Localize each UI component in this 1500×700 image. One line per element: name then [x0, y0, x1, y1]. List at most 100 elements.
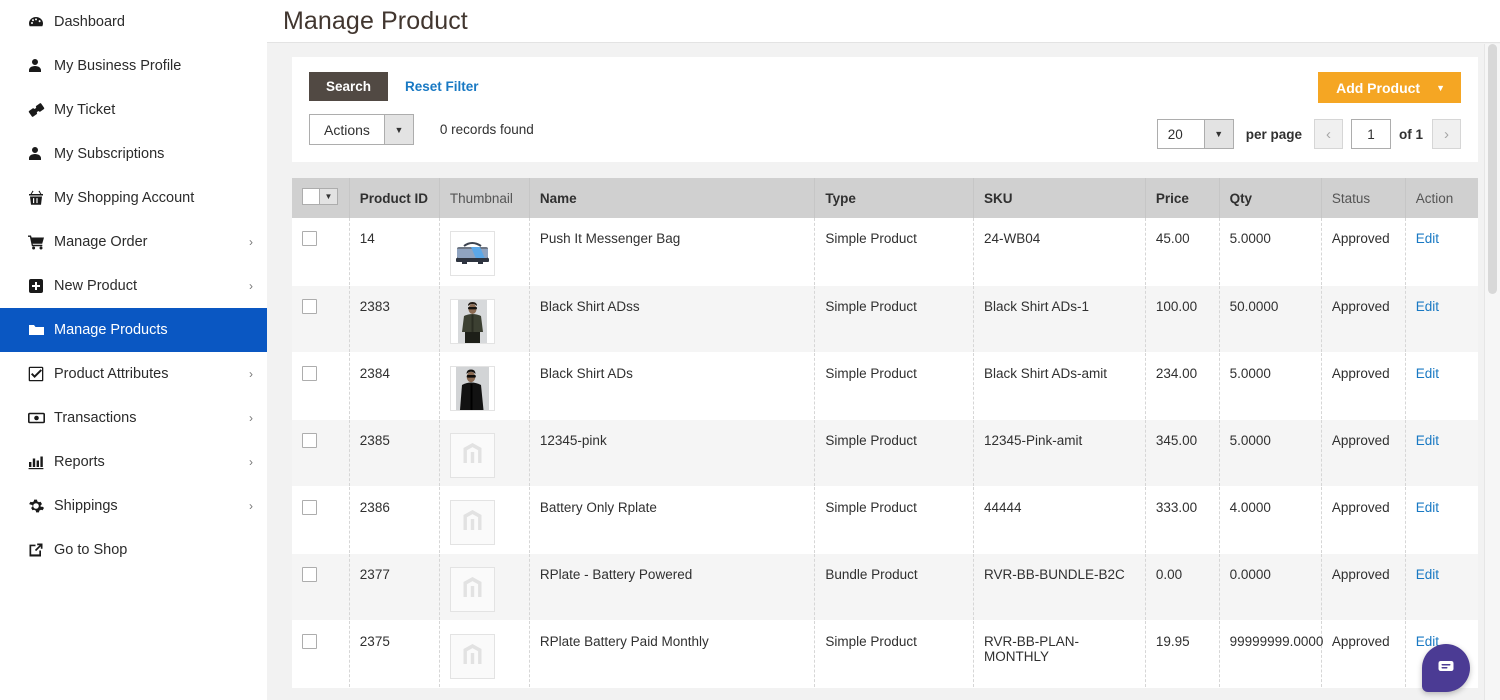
actions-dropdown-label[interactable]: Actions — [309, 114, 384, 145]
sidebar-item-transactions[interactable]: Transactions › — [0, 396, 267, 440]
column-header-sku[interactable]: SKU — [973, 178, 1146, 218]
chevron-down-icon[interactable]: ▼ — [1434, 83, 1461, 93]
row-checkbox[interactable] — [302, 633, 317, 649]
reset-filter-link[interactable]: Reset Filter — [405, 79, 479, 94]
page-number-input[interactable] — [1350, 119, 1391, 149]
column-header-product-id[interactable]: Product ID — [349, 178, 440, 218]
vertical-scrollbar[interactable] — [1484, 44, 1500, 700]
edit-link[interactable]: Edit — [1416, 567, 1439, 582]
column-header-name[interactable]: Name — [529, 178, 816, 218]
column-header-qty[interactable]: Qty — [1219, 178, 1322, 218]
cell-name: Battery Only Rplate — [529, 486, 816, 554]
edit-link[interactable]: Edit — [1416, 231, 1439, 246]
chevron-right-icon: › — [249, 279, 253, 293]
per-page-select[interactable]: 20 ▼ — [1156, 119, 1234, 149]
table-row[interactable]: 2375 RPlate Battery Paid Monthly Simple … — [292, 620, 1478, 688]
cell-sku: 24-WB04 — [973, 218, 1146, 286]
sidebar-item-dashboard[interactable]: Dashboard — [0, 0, 267, 44]
sidebar-item-product-attributes[interactable]: Product Attributes › — [0, 352, 267, 396]
add-product-button[interactable]: Add Product ▼ — [1318, 72, 1461, 103]
column-header-type[interactable]: Type — [814, 178, 974, 218]
sidebar-item-label: Transactions — [54, 410, 137, 426]
sidebar-item-manage-order[interactable]: Manage Order › — [0, 220, 267, 264]
sidebar-item-my-subscriptions[interactable]: My Subscriptions — [0, 132, 267, 176]
sidebar-item-go-to-shop[interactable]: Go to Shop — [0, 528, 267, 572]
row-select-cell — [292, 285, 350, 353]
model-black-shirt-photo — [449, 365, 495, 411]
cell-type: Simple Product — [814, 419, 974, 487]
pagination-controls: 20 ▼ per page ‹ of 1 › — [1156, 119, 1461, 149]
edit-link[interactable]: Edit — [1416, 500, 1439, 515]
sidebar-item-my-ticket[interactable]: My Ticket — [0, 88, 267, 132]
sidebar-item-label: Shippings — [54, 498, 118, 514]
sidebar-item-my-shopping-account[interactable]: My Shopping Account — [0, 176, 267, 220]
sidebar-item-my-business-profile[interactable]: My Business Profile — [0, 44, 267, 88]
search-button[interactable]: Search — [309, 72, 389, 101]
table-row[interactable]: 2383 Black Shirt ADss Simple Product Bla… — [292, 285, 1478, 353]
cell-price: 345.00 — [1145, 419, 1220, 487]
next-page-button[interactable]: › — [1432, 119, 1461, 149]
row-select-cell — [292, 218, 350, 286]
chat-bubble-icon — [1435, 655, 1457, 682]
cell-product-id: 14 — [349, 218, 440, 286]
user-icon — [28, 146, 54, 162]
cell-thumbnail — [439, 218, 530, 286]
cell-qty: 99999999.0000 — [1219, 620, 1323, 688]
table-row[interactable]: 2377 RPlate - Battery Powered Bundle Pro… — [292, 553, 1478, 621]
per-page-value[interactable]: 20 — [1156, 119, 1204, 149]
scrollbar-thumb[interactable] — [1488, 44, 1497, 294]
row-checkbox[interactable] — [302, 231, 317, 246]
table-row[interactable]: 2386 Battery Only Rplate Simple Product … — [292, 486, 1478, 554]
cell-name: Black Shirt ADs — [529, 352, 816, 420]
table-row[interactable]: 14 Push It Messenger Bag Simple Product … — [292, 218, 1478, 286]
select-all-dropdown[interactable]: ▼ — [302, 188, 338, 205]
column-header-price[interactable]: Price — [1145, 178, 1220, 218]
sidebar-item-shippings[interactable]: Shippings › — [0, 484, 267, 528]
per-page-label: per page — [1245, 126, 1302, 142]
row-checkbox[interactable] — [302, 432, 317, 448]
sidebar-item-manage-products[interactable]: Manage Products — [0, 308, 267, 352]
table-header-row: ▼ Product ID Thumbnail Name Type SKU Pri… — [292, 178, 1478, 218]
cell-name: RPlate - Battery Powered — [529, 553, 816, 621]
dashboard-icon — [28, 14, 54, 30]
plus-square-icon — [28, 278, 54, 294]
add-product-label: Add Product — [1336, 79, 1421, 96]
sidebar: Dashboard My Business Profile My Ticket … — [0, 0, 267, 700]
model-olive-shirt-photo — [449, 298, 495, 344]
sidebar-item-reports[interactable]: Reports › — [0, 440, 267, 484]
row-checkbox[interactable] — [302, 365, 317, 381]
sidebar-item-label: My Shopping Account — [54, 190, 195, 206]
cell-status: Approved — [1321, 553, 1406, 621]
chevron-down-icon[interactable]: ▼ — [319, 188, 338, 205]
edit-link[interactable]: Edit — [1416, 366, 1439, 381]
column-header-action: Action — [1405, 178, 1478, 218]
edit-link[interactable]: Edit — [1416, 433, 1439, 448]
chevron-right-icon: › — [249, 499, 253, 513]
grid-toolbar: Search Reset Filter Actions ▼ 0 records … — [292, 57, 1478, 162]
cell-product-id: 2375 — [349, 620, 440, 688]
cell-sku: Black Shirt ADs-1 — [973, 285, 1146, 353]
bar-chart-icon — [28, 454, 54, 470]
table-row[interactable]: 2384 Black Shirt ADs Simple Product Blac… — [292, 352, 1478, 420]
cell-price: 333.00 — [1145, 486, 1220, 554]
cell-type: Simple Product — [814, 285, 974, 353]
actions-dropdown[interactable]: Actions ▼ — [309, 114, 414, 145]
edit-link[interactable]: Edit — [1416, 299, 1439, 314]
cell-action: Edit — [1405, 553, 1478, 621]
row-checkbox[interactable] — [302, 298, 317, 314]
chevron-down-icon[interactable]: ▼ — [383, 114, 414, 145]
row-checkbox[interactable] — [302, 566, 317, 582]
page-header: Manage Product — [267, 0, 1500, 43]
column-header-thumbnail[interactable]: Thumbnail — [439, 178, 530, 218]
chevron-down-icon[interactable]: ▼ — [1203, 119, 1234, 149]
table-row[interactable]: 2385 12345-pink Simple Product 12345-Pin… — [292, 419, 1478, 487]
user-icon — [28, 58, 54, 74]
chat-widget-button[interactable] — [1422, 644, 1470, 692]
cell-qty: 50.0000 — [1219, 285, 1322, 353]
row-checkbox[interactable] — [302, 499, 317, 515]
previous-page-button[interactable]: ‹ — [1313, 119, 1343, 149]
cell-name: RPlate Battery Paid Monthly — [529, 620, 816, 688]
cell-qty: 0.0000 — [1219, 553, 1322, 621]
select-all-checkbox[interactable] — [302, 188, 319, 205]
sidebar-item-new-product[interactable]: New Product › — [0, 264, 267, 308]
